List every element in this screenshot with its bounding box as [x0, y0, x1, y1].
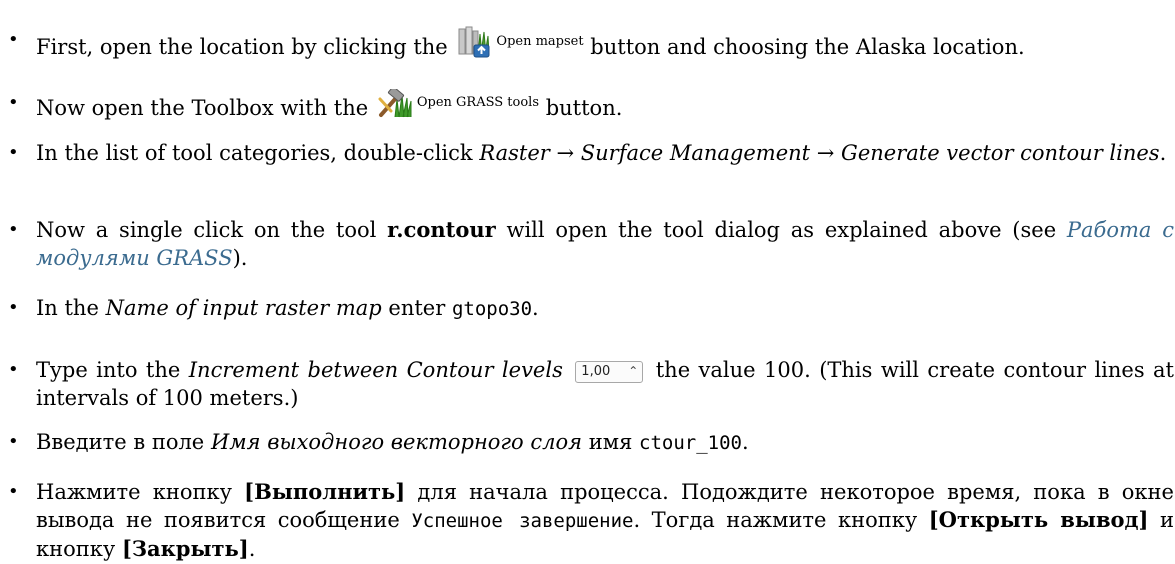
step-text-after: ).	[232, 246, 248, 270]
list-item: • Введите в поле Имя выходного векторног…	[0, 428, 1175, 457]
step-text-before: In the list of tool categories, double-c…	[36, 141, 473, 165]
grass-tools-icon	[377, 86, 413, 126]
spinbox-value: 1,00	[581, 364, 611, 379]
list-item: • In the Name of input raster map enter …	[0, 294, 1175, 323]
step-text-before: Type into the	[36, 358, 181, 382]
success-message: Успешное завершение	[411, 510, 634, 532]
open-mapset-icon	[456, 26, 492, 65]
step-text-after: button.	[545, 96, 623, 120]
bullet: •	[8, 297, 19, 318]
step-text-before: Введите в поле	[36, 430, 205, 454]
list-item: • Now open the Toolbox with the Open GRA…	[0, 86, 1175, 126]
close-button-label: [Закрыть]	[121, 536, 249, 561]
run-button-label: [Выполнить]	[244, 479, 406, 504]
document: • First, open the location by clicking t…	[0, 0, 1175, 564]
bullet: •	[8, 481, 19, 502]
list-item: • Now a single click on the tool r.conto…	[0, 216, 1175, 272]
bullet: •	[8, 142, 19, 163]
step-text: Type into the Increment between Contour …	[36, 356, 1174, 412]
open-output-button-label: [Открыть вывод]	[928, 507, 1149, 532]
step-text-after: .	[741, 430, 749, 454]
step-text-before: In the	[36, 296, 99, 320]
bullet: •	[8, 219, 19, 240]
list-item: • In the list of tool categories, double…	[0, 139, 1175, 167]
step-text: In the Name of input raster map enter gt…	[36, 294, 1174, 323]
field-name: Name of input raster map	[105, 296, 382, 320]
step-text: Введите в поле Имя выходного векторного …	[36, 428, 1174, 457]
bullet: •	[8, 92, 19, 113]
tool-name: r.contour	[387, 217, 496, 242]
step-text-after: .	[532, 296, 539, 320]
list-item: • Type into the Increment between Contou…	[0, 356, 1175, 412]
step-text-after: .	[1159, 141, 1167, 165]
input-value: gtopo30	[451, 298, 533, 320]
step-text-middle: will open the tool dialog as explained a…	[506, 218, 1057, 242]
bullet: •	[8, 431, 19, 452]
grass-tools-button-label: Open GRASS tools	[416, 95, 540, 110]
field-name: Increment between Contour levels	[188, 358, 563, 382]
step-text-after: button and choosing the Alaska location.	[590, 35, 1025, 59]
step-text-before: Now a single click on the tool	[36, 218, 377, 242]
open-mapset-button-label: Open mapset	[496, 34, 584, 49]
field-name: Имя выходного векторного слоя	[210, 430, 583, 454]
step-text: Нажмите кнопку [Выполнить] для начала пр…	[36, 478, 1174, 563]
bullet: •	[8, 29, 19, 50]
step-text-middle: имя	[588, 430, 633, 454]
list-item: • Нажмите кнопку [Выполнить] для начала …	[0, 478, 1175, 563]
step-text-after: .	[248, 537, 256, 561]
output-value: ctour_100	[639, 432, 742, 454]
spinbox-arrows-icon: ⌃	[628, 364, 639, 378]
step-text: Now a single click on the tool r.contour…	[36, 216, 1174, 272]
list-item: • First, open the location by clicking t…	[0, 26, 1175, 65]
bullet: •	[8, 359, 19, 380]
step-text: First, open the location by clicking the…	[36, 26, 1174, 65]
step-text-before: First, open the location by clicking the	[36, 35, 448, 59]
menu-path: Raster → Surface Management → Generate v…	[479, 141, 1160, 165]
step-text-before: Now open the Toolbox with the	[36, 96, 369, 120]
step-text-before: Нажмите кнопку	[36, 480, 232, 504]
step-text-middle: enter	[388, 296, 446, 320]
step-text-middle2: . Тогда нажмите кнопку	[633, 508, 918, 532]
step-text: Now open the Toolbox with the Open GRASS…	[36, 86, 1174, 126]
step-text: In the list of tool categories, double-c…	[36, 139, 1174, 167]
increment-spinbox: 1,00 ⌃	[575, 361, 644, 383]
